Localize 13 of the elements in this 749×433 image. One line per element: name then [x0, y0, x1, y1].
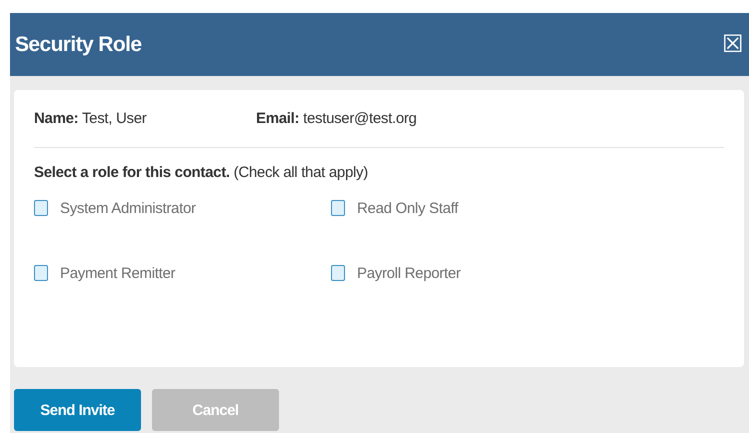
send-button[interactable]: Send Invite [14, 389, 141, 431]
checkbox[interactable] [34, 265, 48, 281]
contact-detail: Name: Test, User [34, 110, 148, 127]
checkbox-label: Read Only Staff [357, 200, 458, 216]
checkbox-label: Payroll Reporter [357, 264, 461, 282]
checkbox[interactable] [34, 200, 48, 216]
checkbox[interactable] [331, 265, 345, 281]
contact-detail: Email: testuser@test.org [256, 110, 417, 127]
instruction-text: Select a role for this contact. (Check all that apply) [34, 164, 369, 181]
checkbox[interactable] [331, 200, 345, 216]
checkbox-label: System Administrator [60, 200, 196, 216]
dialog-title: Security Role [15, 32, 142, 56]
checkbox-label: Payment Remitter [60, 264, 176, 282]
